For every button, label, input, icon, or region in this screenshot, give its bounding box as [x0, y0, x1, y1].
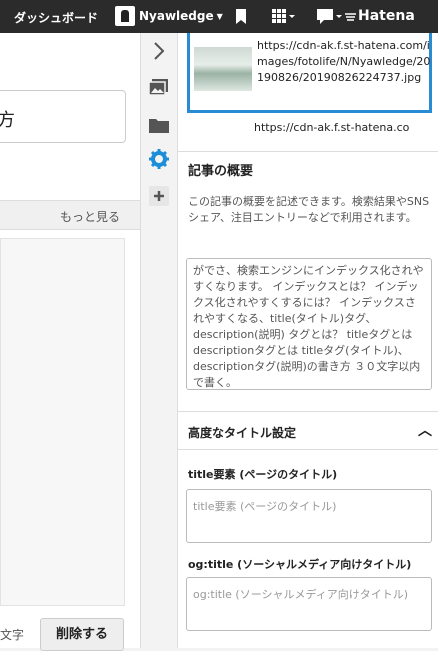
advanced-title-label: 高度なタイトル設定	[188, 426, 297, 440]
more-link[interactable]: もっと見る	[60, 208, 120, 225]
sidebar-rail	[140, 33, 176, 648]
og-title-label: og:title (ソーシャルメディア向けタイトル)	[188, 558, 412, 571]
more-bar: もっと見る	[0, 200, 140, 230]
delete-button[interactable]: 削除する	[40, 618, 124, 651]
user-menu[interactable]: Nyawledge ▼	[115, 6, 223, 26]
char-count-label: 文字	[0, 628, 25, 642]
summary-title: 記事の概要	[188, 164, 254, 179]
image-url-next[interactable]: https://cdn-ak.f.st-hatena.co	[254, 121, 409, 134]
title-input[interactable]: 方	[0, 90, 126, 143]
hatena-mark-icon	[345, 13, 356, 21]
title-element-input[interactable]: title要素 (ページのタイトル)	[186, 489, 432, 543]
advanced-title-header[interactable]: 高度なタイトル設定 ︿	[178, 412, 438, 450]
user-name: Nyawledge	[139, 9, 214, 23]
bookmark-icon[interactable]	[234, 8, 248, 25]
hatena-logo[interactable]: Hatena	[358, 8, 415, 24]
photo-icon[interactable]	[149, 78, 169, 98]
image-thumbnail	[194, 47, 252, 91]
plus-icon[interactable]	[149, 186, 169, 206]
editor-body[interactable]	[0, 238, 125, 606]
advanced-title-section: 高度なタイトル設定 ︿ title要素 (ページのタイトル) title要素 (…	[178, 411, 438, 648]
dashboard-link[interactable]: ダッシュボード	[14, 9, 98, 26]
image-url: https://cdn-ak.f.st-hatena.com/images/fo…	[257, 39, 431, 84]
summary-textarea[interactable]: がでさ、検索エンジンにインデックス化されやすくなります。 インデックスとは？ イ…	[186, 258, 432, 390]
selected-image-item[interactable]: https://cdn-ak.f.st-hatena.com/images/fo…	[187, 33, 432, 113]
gear-icon[interactable]	[149, 149, 169, 169]
apps-grid-icon[interactable]	[272, 9, 296, 24]
settings-panel: https://cdn-ak.f.st-hatena.com/images/fo…	[177, 33, 438, 648]
caret-down-icon: ▼	[216, 11, 223, 21]
chevron-up-icon: ︿	[418, 423, 432, 439]
avatar	[115, 6, 135, 26]
editor-footer: 文字 削除する	[0, 618, 140, 651]
top-navbar: ダッシュボード Nyawledge ▼ Hatena	[0, 0, 438, 33]
summary-section: 記事の概要 この記事の概要を記述できます。検索結果やSNSシェア、注目エントリー…	[178, 151, 438, 407]
og-title-input[interactable]: og:title (ソーシャルメディア向けタイトル)	[186, 577, 432, 631]
comment-icon[interactable]	[316, 8, 342, 25]
editor-left-pane: 方 もっと見る 文字 削除する	[0, 33, 140, 651]
title-text: 方	[0, 110, 15, 131]
summary-description: この記事の概要を記述できます。検索結果やSNSシェア、注目エントリーなどで利用さ…	[188, 195, 430, 224]
chevron-right-icon[interactable]	[149, 41, 169, 61]
folder-icon[interactable]	[149, 115, 169, 135]
title-element-label: title要素 (ページのタイトル)	[188, 468, 338, 481]
